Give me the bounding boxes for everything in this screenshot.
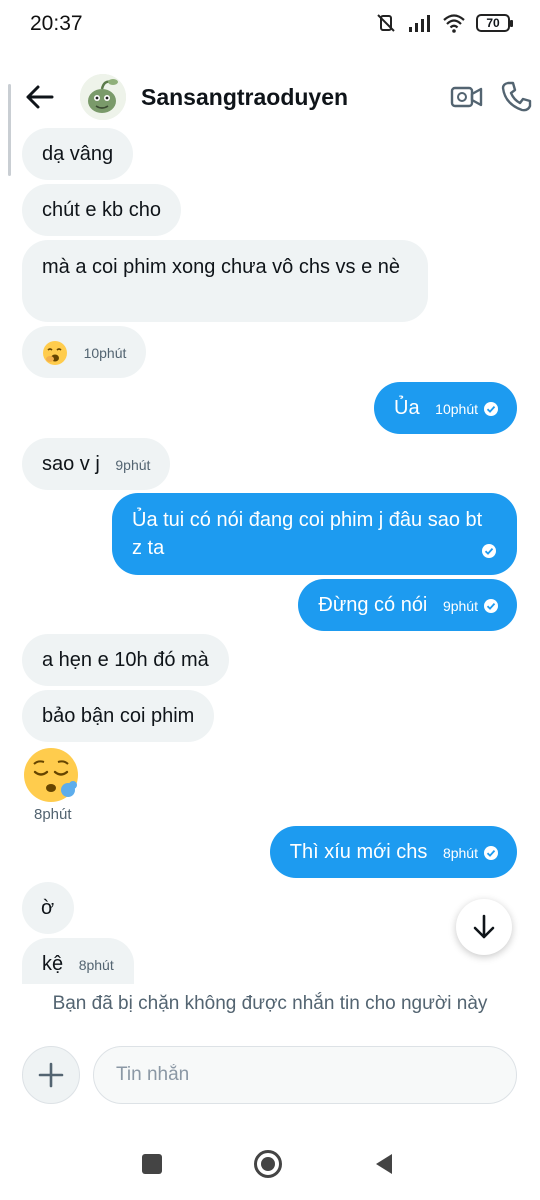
status-time: 20:37 [30,12,83,35]
message-text: ờ [41,897,55,919]
message-timestamp: 10phút [435,400,478,417]
add-attachment-button[interactable] [22,1046,80,1104]
signal-icon [409,15,430,32]
status-icons: 70 [374,12,513,34]
message-text: Thì xíu mới chs [289,841,428,863]
blocked-notice: Bạn đã bị chặn không được nhắn tin cho n… [52,993,488,1014]
home-icon[interactable] [254,1150,282,1178]
seen-check-icon [484,845,498,860]
message-text: sao v j [42,453,100,475]
message-input[interactable] [93,1046,517,1104]
message-meta: 8phút [443,839,499,867]
message-meta: 10phút [435,395,499,423]
message-timestamp: 9phút [115,456,151,473]
mute-icon [377,14,395,32]
scroll-to-bottom-button[interactable] [456,899,512,955]
phone-icon[interactable] [500,80,532,114]
yawning-face-emoji-icon [43,340,67,365]
seen-check-icon [484,401,498,416]
seen-check-icon [482,544,496,558]
message-bubble-incoming[interactable]: a hẹn e 10h đó mà [22,634,229,686]
message-bubble-incoming[interactable]: mà a coi phim xong chưa vô chs vs e nè [22,240,428,322]
message-bubble-incoming[interactable]: chút e kb cho [22,184,181,236]
message-timestamp: 10phút [83,344,127,361]
message-timestamp: 8phút [34,806,72,823]
video-call-icon[interactable] [450,82,484,112]
recent-apps-icon[interactable] [142,1154,162,1174]
message-bubble-incoming[interactable]: sao v j 9phút [22,438,171,490]
status-bar: 20:37 70 [0,0,540,50]
message-bubble-incoming[interactable]: dạ vâng [22,128,134,180]
message-bubble-incoming[interactable]: 10phút [22,326,147,378]
message-text: a hẹn e 10h đó mà [42,649,209,671]
message-text: kệ [42,953,64,975]
message-text: bảo bận coi phim [42,705,195,727]
message-text: mà a coi phim xong chưa vô chs vs e nè [42,256,401,278]
wifi-icon [443,14,465,33]
contact-name[interactable]: Sansangtraoduyen [141,84,348,111]
arrow-down-icon [473,914,495,939]
back-arrow-icon[interactable] [22,80,56,114]
message-bubble-outgoing[interactable]: Ủa tui có nói đang coi phim j đâu sao bt… [112,493,517,575]
scroll-indicator[interactable] [8,84,11,176]
message-text: Đừng có nói [318,594,428,616]
battery-icon: 70 [476,14,513,32]
message-bubble-incoming[interactable]: ờ [22,882,74,934]
system-nav-bar [0,1130,540,1200]
message-text: chút e kb cho [42,199,161,221]
back-triangle-icon[interactable] [372,1152,396,1176]
seen-check-icon [484,598,498,613]
message-text: dạ vâng [42,143,114,165]
avatar[interactable] [80,74,126,120]
sleepy-face-emoji-icon[interactable] [22,746,80,804]
avatar-image [80,74,126,120]
message-bubble-incoming[interactable]: kệ 8phút [22,938,134,984]
message-text: Ủa [394,397,420,419]
message-bubble-outgoing[interactable]: Thì xíu mới chs 8phút [269,826,517,878]
message-timestamp: 8phút [442,844,478,861]
message-bubble-outgoing[interactable]: Ủa 10phút [374,382,517,434]
message-timestamp: 9phút [442,597,478,614]
conversation-header: Sansangtraoduyen [0,62,540,132]
message-text: Ủa tui có nói đang coi phim j đâu sao bt… [132,509,483,559]
message-meta: 9phút [443,592,499,620]
message-bubble-incoming[interactable]: bảo bận coi phim [22,690,215,742]
message-timestamp: 8phút [78,956,114,973]
plus-icon [38,1062,64,1088]
message-bubble-outgoing[interactable]: Đừng có nói 9phút [298,579,517,631]
